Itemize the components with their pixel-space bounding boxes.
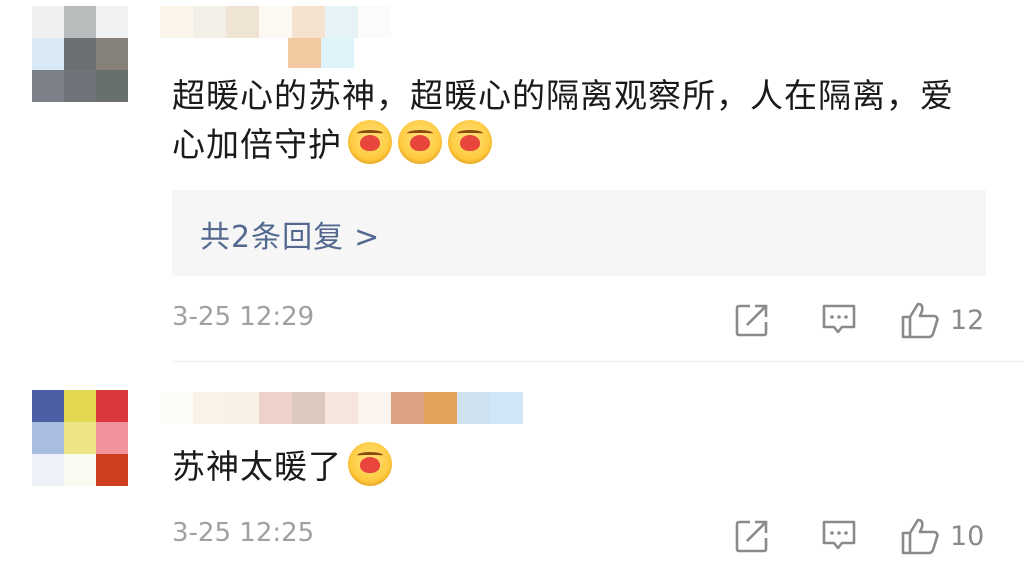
avatar-mosaic-cell: [64, 422, 96, 454]
share-button[interactable]: [734, 300, 770, 340]
hug-emoji-icon: [348, 120, 392, 164]
hug-emoji-icon: [398, 120, 442, 164]
username-mosaic-cell: [457, 392, 490, 424]
comment-icon: [822, 304, 856, 334]
comment-text: 超暖心的苏神，超暖心的隔离观察所，人在隔离，爱心加倍守护: [172, 72, 962, 169]
username-mosaic-cell: [325, 6, 358, 38]
avatar-mosaic-cell: [96, 70, 128, 102]
thumbs-up-icon: [901, 302, 939, 339]
username-mosaic-cell: [226, 6, 259, 38]
comment-meta: 3-25 12:25 10: [172, 516, 986, 556]
username-mosaic-cell: [325, 392, 358, 424]
like-count: 12: [950, 304, 985, 336]
avatar-mosaic-cell: [32, 6, 64, 38]
avatar-mosaic-cell: [64, 6, 96, 38]
avatar-mosaic-cell: [32, 422, 64, 454]
avatar[interactable]: [32, 390, 128, 486]
timestamp: 3-25 12:25: [172, 518, 315, 548]
username-mosaic-cell: [358, 6, 391, 38]
username-mosaic-cell: [160, 392, 193, 424]
username-mosaic-cell: [321, 38, 354, 68]
view-replies-link[interactable]: 共2条回复 >: [200, 212, 380, 256]
comment-item: 超暖心的苏神，超暖心的隔离观察所，人在隔离，爱心加倍守护 共2条回复 > 3-25…: [0, 0, 1024, 362]
share-icon: [735, 304, 768, 337]
hug-emoji-icon: [348, 442, 392, 486]
like-count: 10: [950, 520, 985, 552]
chevron-right-icon: >: [354, 220, 381, 255]
comment-item: 苏神太暖了 3-25 12:25 10: [0, 362, 1024, 583]
username-mosaic-cell: [160, 6, 193, 38]
avatar-mosaic-cell: [96, 422, 128, 454]
username-mosaic-cell: [193, 392, 226, 424]
avatar-mosaic-cell: [64, 70, 96, 102]
username-mosaic-cell: [424, 392, 457, 424]
avatar-mosaic-cell: [32, 70, 64, 102]
replies-count-label: 共2条回复: [200, 220, 345, 255]
username-mosaic-cell: [193, 6, 226, 38]
username-blurred[interactable]: [160, 6, 391, 38]
avatar-mosaic-cell: [96, 6, 128, 38]
username-mosaic-cell: [358, 392, 391, 424]
comment-meta: 3-25 12:29 12: [172, 300, 986, 340]
username-mosaic-cell: [391, 392, 424, 424]
like-button[interactable]: 10: [900, 516, 984, 556]
reply-button[interactable]: [820, 516, 858, 556]
share-icon: [735, 520, 768, 553]
avatar-mosaic-cell: [64, 454, 96, 486]
username-mosaic-cell: [259, 6, 292, 38]
reply-button[interactable]: [820, 300, 858, 340]
comment-body: 苏神太暖了: [172, 447, 342, 486]
username-mosaic-cell: [226, 392, 259, 424]
username-mosaic-cell: [292, 392, 325, 424]
thumbs-up-icon: [901, 518, 939, 555]
avatar-mosaic-cell: [96, 38, 128, 70]
like-button[interactable]: 12: [900, 300, 984, 340]
replies-box[interactable]: 共2条回复 >: [172, 190, 986, 276]
username-blurred-row2: [288, 38, 354, 68]
comment-text: 苏神太暖了: [172, 442, 392, 491]
username-mosaic-cell: [259, 392, 292, 424]
avatar-mosaic-cell: [64, 38, 96, 70]
avatar-mosaic-cell: [32, 390, 64, 422]
avatar-mosaic-cell: [32, 38, 64, 70]
comment-icon: [822, 520, 856, 550]
comment-body: 超暖心的苏神，超暖心的隔离观察所，人在隔离，爱心加倍守护: [172, 76, 954, 164]
username-blurred[interactable]: [160, 392, 523, 424]
hug-emoji-icon: [448, 120, 492, 164]
share-button[interactable]: [734, 516, 770, 556]
username-mosaic-cell: [288, 38, 321, 68]
avatar-mosaic-cell: [64, 390, 96, 422]
username-mosaic-cell: [490, 392, 523, 424]
username-mosaic-cell: [292, 6, 325, 38]
timestamp: 3-25 12:29: [172, 302, 315, 332]
avatar-mosaic-cell: [96, 454, 128, 486]
avatar-mosaic-cell: [96, 390, 128, 422]
avatar-mosaic-cell: [32, 454, 64, 486]
avatar[interactable]: [32, 6, 128, 102]
